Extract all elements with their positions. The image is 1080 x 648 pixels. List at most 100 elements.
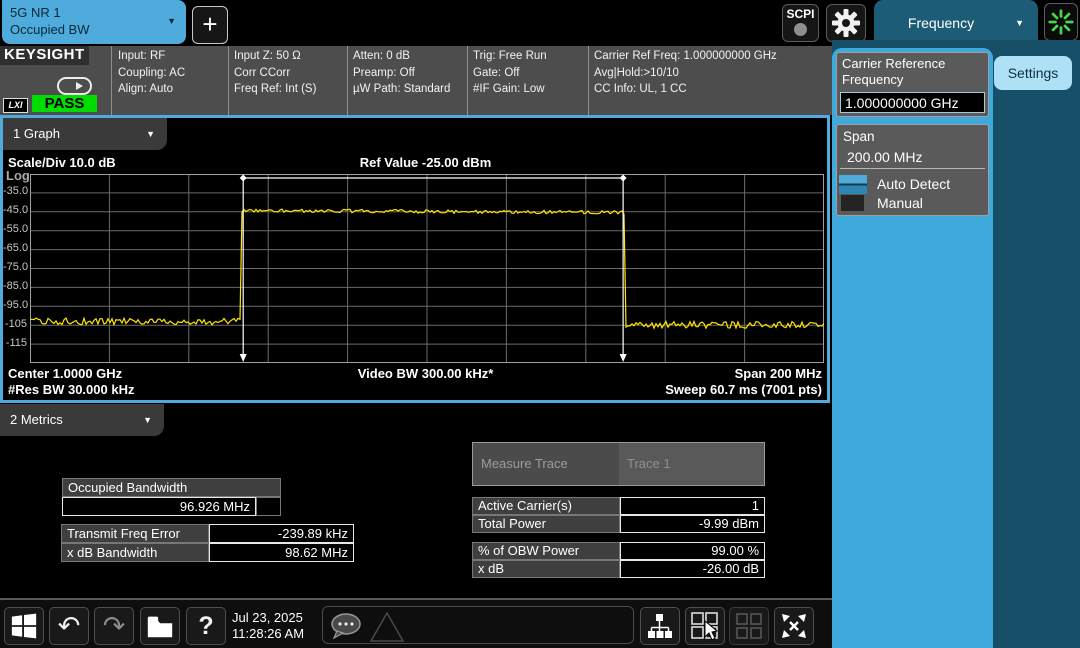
screen-config-button[interactable] — [640, 607, 680, 645]
xdbbw-label-cell: x dB Bandwidth — [61, 543, 209, 562]
redo-icon: ↷ — [103, 613, 126, 640]
settings-tab-label: Settings — [1008, 65, 1059, 81]
sysinfo-carrier-column: Carrier Ref Freq: 1.000000000 GHz Avg|Ho… — [589, 46, 832, 115]
windows-icon — [10, 612, 38, 640]
keysight-column: KEYSIGHT LXI PASS — [0, 46, 112, 115]
sysinfo-line: Coupling: AC — [118, 65, 223, 82]
metrics-window-label: 2 Metrics — [10, 412, 63, 427]
sysinfo-line: Align: Auto — [118, 81, 223, 98]
y-tick: -45.0 — [3, 204, 27, 217]
sysinfo-line: Atten: 0 dB — [353, 48, 462, 65]
undo-icon: ↶ — [58, 613, 81, 640]
scpi-button[interactable]: SCPI — [782, 4, 819, 42]
spectrum-plot[interactable] — [30, 174, 824, 363]
carrier-reference-input[interactable]: 1.000000000 GHz — [840, 92, 985, 113]
sysinfo-line: #IF Gain: Low — [473, 81, 583, 98]
span-input[interactable]: 200.00 MHz — [840, 145, 985, 169]
window-select-icon — [690, 611, 720, 641]
scpi-status-led — [794, 23, 807, 36]
sysinfo-line: Avg|Hold:>10/10 — [594, 65, 827, 82]
y-axis-mode-label: Log — [6, 168, 30, 183]
span-annotation: Span 200 MHz — [735, 366, 822, 381]
xdb-value: -26.00 dB — [620, 560, 765, 578]
chevron-down-icon: ▼ — [1015, 19, 1024, 28]
window-grid-button[interactable] — [729, 607, 769, 645]
tab-settings[interactable]: Settings — [994, 56, 1072, 90]
alert-triangle-icon — [367, 610, 407, 644]
gear-icon — [831, 8, 861, 38]
chevron-down-icon: ▼ — [146, 130, 155, 139]
span-title: Span — [837, 125, 988, 145]
message-area[interactable] — [322, 606, 634, 644]
ref-value-label: Ref Value -25.00 dBm — [30, 155, 821, 170]
y-tick: -85.0 — [3, 280, 27, 293]
y-tick: -115 — [3, 337, 27, 350]
measure-trace-value: Trace 1 — [619, 443, 764, 485]
metrics-window: 2 Metrics ▼ Occupied Bandwidth 96.926 MH… — [0, 403, 830, 598]
obw-marker-arrow — [620, 354, 627, 362]
redo-button[interactable]: ↷ — [94, 607, 134, 645]
span-panel: Span 200.00 MHz Auto Detect Manual — [836, 124, 989, 216]
messages-bubble-icon — [329, 611, 365, 641]
xdbbw-value-cell: 98.62 MHz — [209, 543, 354, 562]
pass-badge: PASS — [32, 95, 97, 112]
fullscreen-button[interactable] — [774, 607, 814, 645]
window-grid-icon — [734, 611, 764, 641]
sysinfo-input-column: Input: RF Coupling: AC Align: Auto — [113, 46, 229, 115]
sysinfo-line: Freq Ref: Int (S) — [234, 81, 342, 98]
y-tick: -75.0 — [3, 261, 27, 274]
measurement-tab-line2: Occupied BW — [10, 21, 178, 38]
tfe-value-cell: -239.89 kHz — [209, 524, 354, 543]
graph-window-dropdown[interactable]: 1 Graph ▼ — [3, 118, 167, 150]
sweep-annotation: Sweep 60.7 ms (7001 pts) — [665, 382, 822, 397]
obw-power-value: 99.00 % — [620, 542, 765, 560]
start-menu-button[interactable] — [4, 607, 44, 645]
undo-button[interactable]: ↶ — [49, 607, 89, 645]
obw-marker-arrow — [240, 354, 247, 362]
metrics-window-dropdown[interactable]: 2 Metrics ▼ — [0, 404, 164, 436]
total-power-value: -9.99 dBm — [620, 515, 765, 533]
y-tick: -35.0 — [3, 185, 27, 198]
manual-unselected-indicator — [841, 195, 864, 211]
span-option-auto-detect[interactable]: Auto Detect — [839, 175, 987, 195]
sysinfo-atten-column: Atten: 0 dB Preamp: Off µW Path: Standar… — [348, 46, 468, 115]
auto-detect-label: Auto Detect — [877, 176, 950, 192]
sysinfo-line: Trig: Free Run — [473, 48, 583, 65]
manual-label: Manual — [877, 195, 923, 211]
add-measurement-button[interactable]: + — [192, 6, 228, 44]
measure-trace-label: Measure Trace — [473, 443, 619, 485]
obw-header-cell: Occupied Bandwidth — [62, 478, 281, 497]
span-option-manual[interactable]: Manual — [839, 195, 987, 214]
datetime-date: Jul 23, 2025 — [232, 610, 324, 626]
help-icon: ? — [198, 612, 213, 641]
measurement-tab[interactable]: 5G NR 1 Occupied BW ▼ — [2, 0, 186, 44]
carrier-reference-panel: Carrier Reference Frequency 1.000000000 … — [836, 52, 989, 117]
system-settings-button[interactable] — [826, 4, 866, 42]
video-bw-annotation: Video BW 300.00 kHz* — [30, 366, 821, 381]
frequency-menu-label: Frequency — [874, 15, 1008, 31]
sysinfo-line: Input Z: 50 Ω — [234, 48, 342, 65]
sysinfo-trigger-column: Trig: Free Run Gate: Off #IF Gain: Low — [468, 46, 589, 115]
help-button[interactable]: ? — [186, 607, 226, 645]
bottom-bar: ↶ ↷ ? Jul 23, 2025 11:28:26 AM — [0, 598, 832, 648]
lxi-badge: LXI — [3, 98, 28, 113]
datetime-display: Jul 23, 2025 11:28:26 AM — [232, 610, 324, 642]
sysinfo-line: Input: RF — [118, 48, 223, 65]
sysinfo-impedance-column: Input Z: 50 Ω Corr CCorr Freq Ref: Int (… — [229, 46, 348, 115]
sysinfo-line: CC Info: UL, 1 CC — [594, 81, 827, 98]
measurement-tab-line1: 5G NR 1 — [10, 4, 178, 21]
chevron-down-icon: ▼ — [167, 17, 176, 26]
y-tick: -105 — [3, 318, 27, 331]
window-select-button[interactable] — [685, 607, 725, 645]
sysinfo-line: Gate: Off — [473, 65, 583, 82]
measure-trace-dropdown[interactable]: Measure Trace Trace 1 — [472, 442, 765, 486]
obw-marker-diamond — [620, 174, 627, 181]
sysinfo-line: Preamp: Off — [353, 65, 462, 82]
chevron-down-icon: ▼ — [143, 416, 152, 425]
tfe-label-cell: Transmit Freq Error — [61, 524, 209, 543]
carrier-reference-title: Carrier Reference Frequency — [837, 53, 988, 88]
graph-window-label: 1 Graph — [13, 126, 60, 141]
file-explorer-button[interactable] — [140, 607, 180, 645]
sysinfo-line: Corr CCorr — [234, 65, 342, 82]
xdb-label: x dB — [472, 560, 620, 578]
